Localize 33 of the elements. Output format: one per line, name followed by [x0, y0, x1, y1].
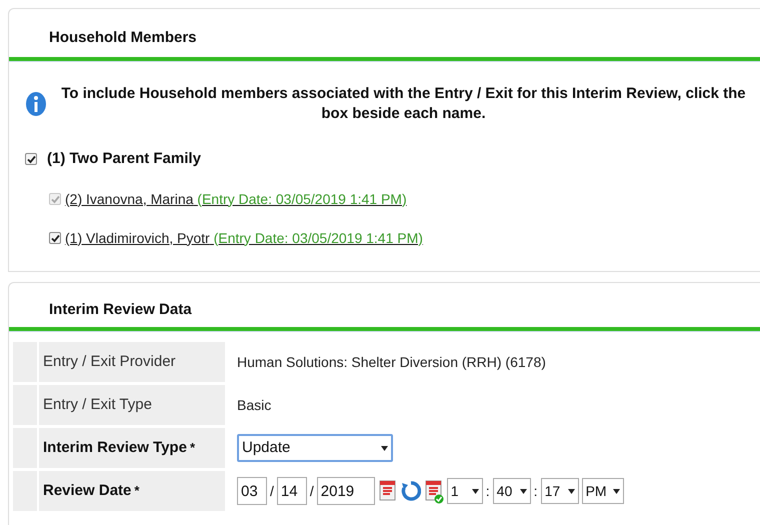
caret-icon — [520, 488, 527, 494]
info-message: To include Household members associated with the Entry / Exit for this Interim Review, click the box beside each name. — [60, 84, 747, 124]
date-separator: / — [270, 482, 274, 500]
field-label: Entry / Exit Provider — [39, 342, 225, 382]
field-value: Basic — [237, 396, 272, 414]
family-label: (1) Two Parent Family — [47, 149, 201, 169]
caret-icon — [612, 488, 620, 494]
calendar-check-icon[interactable] — [424, 478, 444, 504]
refresh-icon[interactable] — [400, 479, 421, 503]
dropdown[interactable]: PM — [582, 478, 624, 504]
dropdown[interactable]: 1 — [446, 478, 483, 504]
caret-icon — [568, 488, 575, 494]
checkbox[interactable] — [25, 153, 37, 166]
panel-title: Household Members — [48, 28, 198, 48]
field-label: Entry / Exit Type — [39, 385, 225, 425]
caret-icon — [381, 446, 388, 450]
review-type-dropdown[interactable]: Update — [237, 434, 393, 462]
member-link[interactable]: (1) Vladimirovich, Pyotr (Entry Date: 03/05/2019 1:41 PM) — [65, 228, 423, 248]
field-label: Review Date * — [39, 471, 225, 511]
day-field[interactable]: 14 — [276, 477, 307, 505]
date-separator: / — [310, 482, 314, 500]
field-value: Human Solutions: Shelter Diversion (RRH) (6178) — [237, 352, 546, 372]
panel-title: Interim Review Data — [48, 300, 193, 320]
dropdown[interactable]: 40 — [492, 478, 531, 504]
info-icon — [25, 91, 47, 117]
month-field[interactable]: 03 — [237, 477, 267, 505]
dropdown[interactable]: 17 — [540, 478, 579, 504]
time-separator: : — [534, 482, 538, 500]
caret-icon — [472, 488, 479, 494]
year-field[interactable]: 2019 — [316, 477, 375, 505]
time-separator: : — [486, 482, 490, 500]
field-label: Interim Review Type * — [39, 428, 225, 468]
checkbox[interactable] — [49, 232, 61, 244]
